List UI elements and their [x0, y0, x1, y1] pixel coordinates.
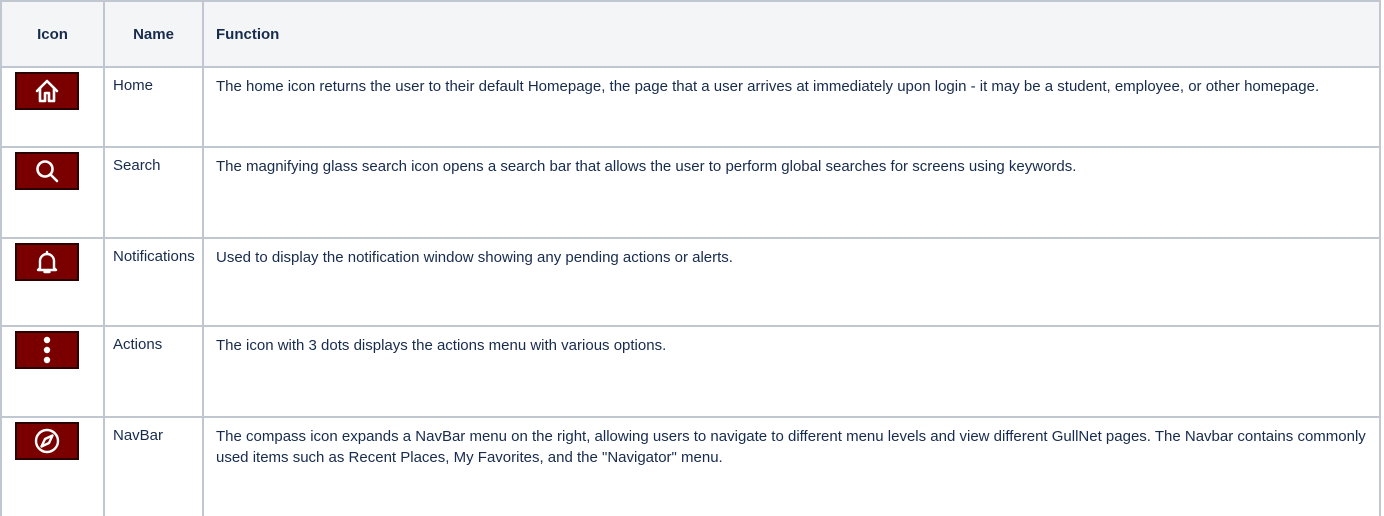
header-name: Name [103, 0, 204, 68]
cell-function: Used to display the notification window … [202, 237, 1381, 327]
icon-reference-table: Icon Name Function Home The home icon re… [0, 0, 1381, 516]
table-row: NavBar The compass icon expands a NavBar… [0, 416, 1381, 516]
table-header-row: Icon Name Function [0, 0, 1381, 68]
cell-name: Notifications [103, 237, 204, 327]
cell-function: The magnifying glass search icon opens a… [202, 146, 1381, 239]
cell-function: The icon with 3 dots displays the action… [202, 325, 1381, 418]
cell-icon [0, 325, 105, 418]
cell-name: NavBar [103, 416, 204, 516]
cell-function: The home icon returns the user to their … [202, 66, 1381, 148]
cell-icon [0, 416, 105, 516]
more-vertical-icon [15, 331, 79, 369]
table-row: Search The magnifying glass search icon … [0, 146, 1381, 239]
cell-name: Home [103, 66, 204, 148]
table-row: Actions The icon with 3 dots displays th… [0, 325, 1381, 418]
home-icon [15, 72, 79, 110]
cell-icon [0, 237, 105, 327]
cell-name: Search [103, 146, 204, 239]
header-icon: Icon [0, 0, 105, 68]
table-row: Home The home icon returns the user to t… [0, 66, 1381, 148]
bell-icon [15, 243, 79, 281]
compass-icon [15, 422, 79, 460]
table-row: Notifications Used to display the notifi… [0, 237, 1381, 327]
cell-icon [0, 66, 105, 148]
search-icon [15, 152, 79, 190]
cell-name: Actions [103, 325, 204, 418]
cell-icon [0, 146, 105, 239]
cell-function: The compass icon expands a NavBar menu o… [202, 416, 1381, 516]
header-function: Function [202, 0, 1381, 68]
